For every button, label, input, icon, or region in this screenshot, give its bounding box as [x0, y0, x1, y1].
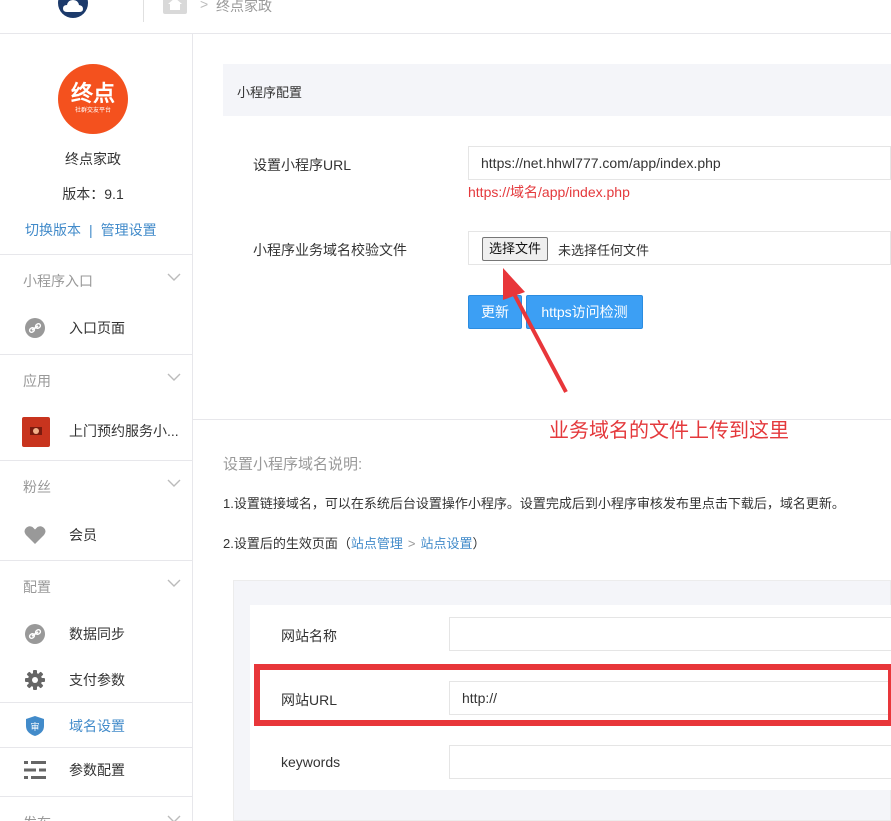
shield-icon: 审: [24, 715, 46, 737]
sidebar-section-config[interactable]: 配置: [0, 560, 193, 610]
chevron-down-icon: [167, 479, 181, 487]
panel-header: 小程序配置: [223, 64, 891, 116]
page: > 终点家政 终点 社群交友平台 终点家政 版本：9.1 切换版本 | 管理设置 小…: [0, 0, 891, 821]
sidebar-item-entry-page[interactable]: 入口页面: [0, 305, 193, 350]
home-icon[interactable]: [163, 0, 187, 14]
heart-icon: [24, 524, 46, 546]
keywords-label: keywords: [281, 754, 341, 770]
sidebar-item-label: 支付参数: [69, 672, 125, 688]
sidebar-item-app[interactable]: 上门预约服务小...: [0, 408, 193, 453]
chevron-down-icon: [167, 579, 181, 587]
top-bar: > 终点家政: [0, 0, 891, 34]
sidebar-item-label: 数据同步: [69, 626, 125, 642]
sidebar-section-title: 应用: [23, 373, 51, 389]
main-content: 小程序配置 设置小程序URL https://net.hhwl777.com/a…: [193, 34, 891, 821]
top-divider: [143, 0, 144, 22]
sidebar-section-title: 粉丝: [23, 479, 51, 495]
highlight-box: [254, 664, 891, 726]
breadcrumb-current[interactable]: 终点家政: [216, 0, 272, 16]
desc-2-arrow: >: [407, 536, 416, 551]
gear-icon: [24, 669, 46, 691]
sliders-icon: [24, 759, 46, 781]
avatar-logo-text: 终点: [70, 82, 115, 107]
account-links: 切换版本 | 管理设置: [25, 220, 157, 240]
link-icon: [24, 623, 46, 645]
link-separator: |: [89, 222, 93, 238]
account-version: 版本：9.1: [62, 186, 124, 202]
sidebar-section-title: 小程序入口: [23, 273, 93, 289]
sidebar-section-entry[interactable]: 小程序入口: [0, 254, 193, 304]
sidebar-item-label: 会员: [69, 527, 97, 543]
sidebar-section-apps[interactable]: 应用: [0, 354, 193, 404]
chevron-down-icon: [167, 815, 181, 821]
sidebar-section-publish[interactable]: 发布: [0, 796, 193, 821]
site-settings-link[interactable]: 站点设置: [420, 536, 472, 551]
link-icon: [24, 317, 46, 339]
desc-2-suffix: ）: [472, 536, 486, 551]
sidebar-item-label: 参数配置: [69, 762, 125, 778]
switch-version-link[interactable]: 切换版本: [25, 222, 81, 238]
panel-title: 小程序配置: [237, 85, 303, 100]
account-avatar: 终点 社群交友平台: [58, 64, 128, 134]
chevron-down-icon: [167, 273, 181, 281]
file-label: 小程序业务域名校验文件: [253, 242, 407, 258]
sidebar-item-payment[interactable]: 支付参数: [0, 657, 193, 702]
sidebar-item-label: 上门预约服务小...: [69, 423, 179, 439]
account-name: 终点家政: [65, 151, 121, 167]
cloud-icon: [63, 0, 83, 12]
url-label: 设置小程序URL: [253, 157, 352, 173]
sidebar-item-label: 入口页面: [69, 320, 125, 336]
sidebar-item-params[interactable]: 参数配置: [0, 747, 193, 792]
file-status: 未选择任何文件: [558, 243, 650, 258]
sidebar-item-label: 域名设置: [69, 718, 125, 734]
sidebar-section-title: 发布: [23, 813, 51, 821]
description-line-1: 1.设置链接域名，可以在系统后台设置操作小程序。设置完成后到小程序审核发布里点击…: [223, 496, 845, 511]
svg-text:审: 审: [30, 721, 39, 733]
chevron-down-icon: [167, 373, 181, 381]
breadcrumb-separator: >: [200, 0, 209, 12]
sidebar-item-domain-settings[interactable]: 审 域名设置: [0, 703, 193, 748]
manage-settings-link[interactable]: 管理设置: [101, 222, 157, 238]
sidebar-item-members[interactable]: 会员: [0, 512, 193, 557]
avatar-logo-subtext: 社群交友平台: [74, 108, 111, 114]
keywords-input[interactable]: [449, 745, 891, 779]
annotation-arrow: [503, 268, 568, 393]
sidebar: 终点 社群交友平台 终点家政 版本：9.1 切换版本 | 管理设置 小程序入口 入口…: [0, 34, 193, 821]
site-name-input[interactable]: [449, 617, 891, 651]
sidebar-section-fans[interactable]: 粉丝: [0, 460, 193, 510]
desc-2-prefix: 2.设置后的生效页面（: [223, 536, 351, 551]
app-logo[interactable]: [58, 0, 88, 18]
description-title: 设置小程序域名说明:: [223, 456, 363, 473]
site-manage-link[interactable]: 站点管理: [351, 536, 403, 551]
url-hint: https://域名/app/index.php: [468, 184, 630, 200]
site-name-label: 网站名称: [281, 628, 337, 644]
description-line-2: 2.设置后的生效页面（站点管理 > 站点设置）: [223, 533, 485, 552]
sidebar-section-title: 配置: [23, 579, 51, 595]
annotation-text: 业务域名的文件上传到这里: [549, 420, 789, 442]
url-input[interactable]: https://net.hhwl777.com/app/index.php: [468, 146, 891, 180]
app-thumbnail: [22, 417, 50, 447]
sidebar-item-data-sync[interactable]: 数据同步: [0, 611, 193, 656]
